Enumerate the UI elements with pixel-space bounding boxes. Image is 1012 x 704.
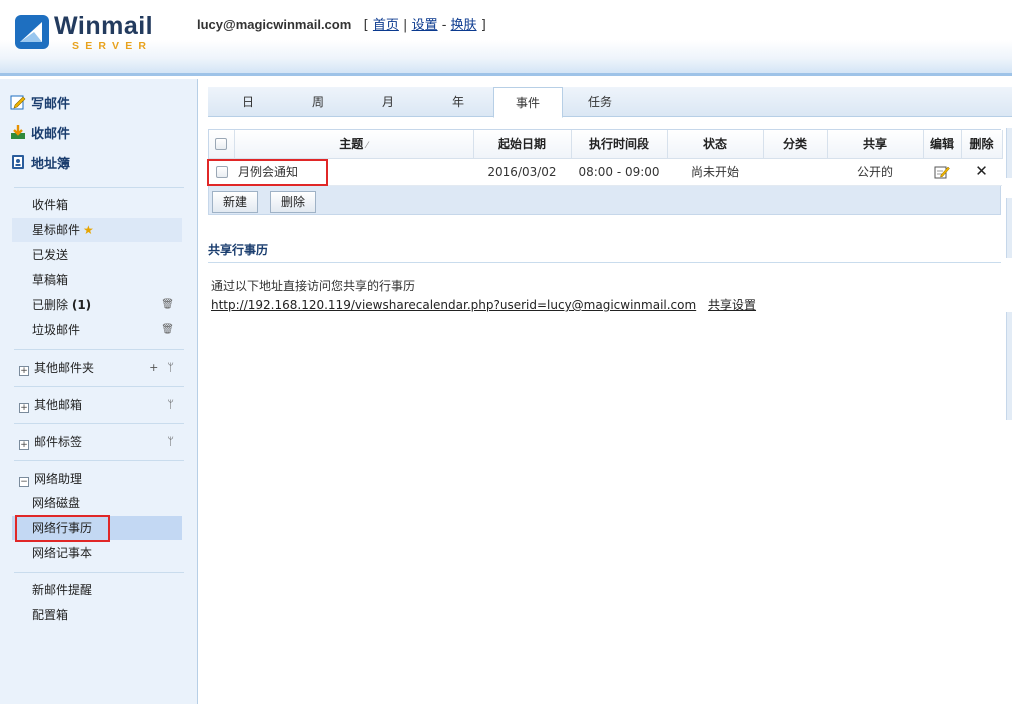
event-start-date: 2016/03/02: [473, 158, 571, 186]
sidebar: 写邮件 收邮件 地址簿 收件箱 星标邮件 ★ 已发送 草稿箱 已删除 (1) 🗑 …: [0, 79, 198, 704]
folder-drafts[interactable]: 草稿箱: [12, 268, 182, 292]
skin-link[interactable]: 换肤: [451, 18, 477, 33]
user-email: lucy@magicwinmail.com: [197, 17, 352, 32]
folder-starred[interactable]: 星标邮件 ★: [12, 218, 182, 242]
edge-panel: [1006, 128, 1012, 178]
divider: [14, 572, 184, 573]
sort-icon: ⁄: [366, 141, 368, 152]
fork-icon[interactable]: ᛘ: [167, 435, 174, 448]
net-calendar-item[interactable]: 网络行事历: [12, 516, 182, 540]
new-button[interactable]: 新建: [212, 191, 259, 213]
logo-mark-icon: [15, 15, 49, 49]
group-other-folders[interactable]: + 其他邮件夹 + ᛘ: [19, 358, 184, 378]
group-mail-labels[interactable]: + 邮件标签 ᛘ: [19, 432, 184, 452]
logo-subtext: SERVER: [72, 40, 153, 52]
event-subject[interactable]: 月例会通知: [234, 158, 473, 186]
select-all-checkbox[interactable]: [215, 138, 228, 151]
event-time-range: 08:00 - 09:00: [571, 158, 667, 186]
divider: [14, 386, 184, 387]
divider: [14, 460, 184, 461]
winmail-logo: Winmail SERVER: [14, 12, 154, 54]
divider: [14, 349, 184, 350]
user-bar: lucy@magicwinmail.com [ 首页 | 设置 - 换肤 ]: [197, 17, 486, 33]
divider: [208, 262, 1001, 263]
share-description: 通过以下地址直接访问您共享的行事历: [211, 279, 416, 293]
compose-icon: [10, 95, 26, 110]
events-grid: 主题 ⁄ 起始日期 执行时间段 状态 分类 共享 编辑 删除 月例会通知 2016…: [208, 129, 1003, 215]
header: Winmail SERVER lucy@magicwinmail.com [ 首…: [0, 0, 1012, 76]
col-subject[interactable]: 主题 ⁄: [234, 130, 474, 159]
collapse-icon[interactable]: −: [19, 477, 29, 487]
share-url-link[interactable]: http://192.168.120.119/viewsharecalendar…: [211, 298, 696, 312]
col-share[interactable]: 共享: [827, 130, 924, 159]
share-link-row: http://192.168.120.119/viewsharecalendar…: [211, 296, 756, 313]
empty-spam-icon[interactable]: 🗑: [161, 318, 174, 342]
view-tabs: 日 周 月 年 事件 任务: [208, 87, 1012, 118]
folder-sent[interactable]: 已发送: [12, 243, 182, 267]
event-share: 公开的: [827, 158, 923, 186]
add-folder-icon[interactable]: +: [149, 361, 158, 374]
col-edit: 编辑: [923, 130, 962, 159]
row-checkbox[interactable]: [215, 166, 228, 178]
compose-label: 写邮件: [31, 96, 71, 112]
tab-week[interactable]: 周: [283, 87, 353, 117]
fork-icon[interactable]: ᛘ: [167, 398, 174, 411]
fork-icon[interactable]: ᛘ: [167, 361, 174, 374]
group-other-mailboxes[interactable]: + 其他邮箱 ᛘ: [19, 395, 184, 415]
expand-icon[interactable]: +: [19, 366, 29, 376]
divider: [14, 423, 184, 424]
col-time-range[interactable]: 执行时间段: [571, 130, 668, 159]
table-header-row: 主题 ⁄ 起始日期 执行时间段 状态 分类 共享 编辑 删除: [209, 130, 1003, 159]
edge-panel: [1006, 312, 1012, 420]
empty-trash-icon[interactable]: 🗑: [161, 293, 174, 317]
receive-icon: [11, 125, 25, 139]
folder-spam[interactable]: 垃圾邮件 🗑: [12, 318, 182, 342]
tab-year[interactable]: 年: [423, 87, 493, 117]
home-link[interactable]: 首页: [373, 18, 399, 33]
col-delete: 删除: [961, 130, 1003, 159]
address-book-icon: [12, 155, 24, 169]
col-start-date[interactable]: 起始日期: [473, 130, 572, 159]
net-disk-item[interactable]: 网络磁盘: [12, 491, 182, 515]
edit-icon[interactable]: [934, 165, 950, 179]
expand-icon[interactable]: +: [19, 403, 29, 413]
receive-label: 收邮件: [31, 126, 71, 142]
star-icon: ★: [83, 223, 94, 237]
expand-icon[interactable]: +: [19, 440, 29, 450]
address-book-label: 地址簿: [31, 156, 71, 172]
tab-events[interactable]: 事件: [493, 87, 563, 118]
divider: [14, 187, 184, 188]
tab-day[interactable]: 日: [213, 87, 283, 117]
compose-button[interactable]: 写邮件: [10, 91, 70, 113]
folder-deleted[interactable]: 已删除 (1) 🗑: [12, 293, 182, 317]
settings-link[interactable]: 设置: [412, 18, 438, 33]
delete-button[interactable]: 删除: [270, 191, 317, 213]
event-category: [763, 158, 827, 186]
edge-panel: [1006, 198, 1012, 258]
group-net-assistant[interactable]: − 网络助理: [19, 469, 184, 489]
logo-text: Winmail: [54, 12, 154, 40]
col-category[interactable]: 分类: [763, 130, 828, 159]
col-status[interactable]: 状态: [667, 130, 764, 159]
config-box-item[interactable]: 配置箱: [12, 603, 182, 627]
new-mail-alert-item[interactable]: 新邮件提醒: [12, 578, 182, 602]
events-table: 主题 ⁄ 起始日期 执行时间段 状态 分类 共享 编辑 删除 月例会通知 2016…: [209, 130, 1003, 186]
delete-icon[interactable]: ✕: [975, 162, 988, 180]
receive-button[interactable]: 收邮件: [10, 121, 70, 143]
main-panel: 日 周 月 年 事件 任务 主题 ⁄ 起始日期 执行时间段 状态 分类 共享 编辑…: [198, 79, 1012, 704]
event-status: 尚未开始: [667, 158, 763, 186]
share-calendar-title: 共享行事历: [208, 243, 269, 257]
tab-tasks[interactable]: 任务: [565, 87, 635, 117]
table-row[interactable]: 月例会通知 2016/03/02 08:00 - 09:00 尚未开始 公开的 …: [209, 158, 1002, 186]
folder-inbox[interactable]: 收件箱: [12, 193, 182, 217]
deleted-count: (1): [71, 298, 92, 312]
share-settings-link[interactable]: 共享设置: [708, 298, 756, 312]
address-book-button[interactable]: 地址簿: [10, 151, 70, 173]
tab-month[interactable]: 月: [353, 87, 423, 117]
net-notepad-item[interactable]: 网络记事本: [12, 541, 182, 565]
